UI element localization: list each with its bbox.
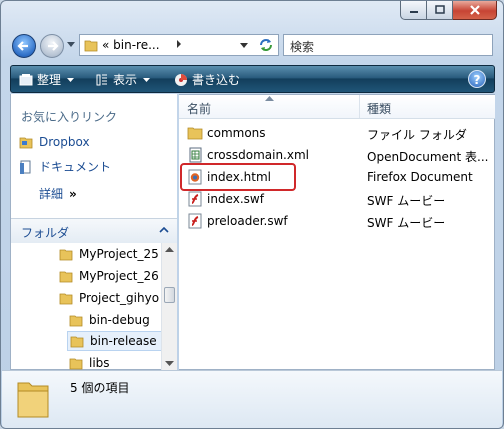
folder-icon (187, 127, 203, 140)
scroll-down-arrow-icon[interactable] (165, 361, 174, 366)
maximize-button[interactable] (427, 1, 453, 20)
explorer-window: « bin-re... 検索 整理 表示 書き込む ? お気に入りリンク Dro… (0, 0, 504, 429)
burn-button[interactable]: 書き込む (174, 71, 240, 88)
search-input[interactable]: 検索 (283, 34, 493, 56)
back-button[interactable] (12, 34, 36, 58)
file-row-index-swf[interactable]: index.swf SWF ムービー (187, 188, 487, 210)
favorite-link-dropbox[interactable]: Dropbox (19, 134, 90, 150)
folder-icon (69, 358, 83, 370)
views-icon (96, 74, 107, 85)
tree-item-bin-debug[interactable]: bin-debug (69, 310, 150, 330)
large-folder-icon (17, 382, 49, 418)
folder-tree-scrollbar[interactable] (161, 243, 177, 370)
forward-button[interactable] (40, 34, 64, 58)
swf-file-icon (188, 191, 202, 207)
navigation-pane: お気に入りリンク Dropbox ドキュメント 詳細» フォルダ MyProje… (10, 94, 177, 370)
folder-icon (69, 315, 83, 327)
organize-icon (19, 73, 33, 85)
dropbox-folder-icon (19, 137, 33, 149)
help-icon: ? (473, 73, 481, 87)
column-header-name[interactable]: 名前 (187, 100, 211, 117)
address-bar[interactable]: « bin-re... (79, 34, 279, 56)
favorite-link-documents[interactable]: ドキュメント (19, 158, 111, 175)
file-row-preloader-swf[interactable]: preloader.swf SWF ムービー (187, 210, 487, 232)
tree-item-project-gihyo[interactable]: Project_gihyo (59, 288, 159, 308)
views-button[interactable]: 表示 (95, 71, 151, 88)
organize-button[interactable]: 整理 (19, 71, 75, 88)
folder-icon (59, 271, 73, 283)
column-divider[interactable] (359, 95, 360, 118)
folder-icon (70, 336, 84, 348)
column-headers: 名前 種類 (179, 95, 495, 119)
sort-ascending-icon (265, 96, 274, 101)
folder-icon (59, 249, 73, 261)
refresh-icon[interactable] (258, 37, 274, 53)
caption-buttons (400, 1, 497, 21)
folders-header[interactable]: フォルダ (11, 218, 177, 243)
history-dropdown-icon[interactable] (67, 42, 75, 47)
scrollbar-thumb[interactable] (164, 287, 175, 303)
close-icon (469, 5, 480, 15)
search-placeholder: 検索 (290, 40, 315, 54)
folder-icon (84, 40, 98, 52)
scroll-up-arrow-icon[interactable] (165, 247, 174, 252)
file-row-commons[interactable]: commons ファイル フォルダ (187, 122, 487, 144)
address-dropdown-icon[interactable] (240, 43, 248, 48)
chevron-down-icon (143, 77, 151, 82)
tree-item-myproject-26[interactable]: MyProject_26 (59, 266, 159, 286)
tree-item-bin-release[interactable]: bin-release (67, 331, 162, 351)
chevron-up-icon (159, 227, 169, 233)
more-chevron-icon: » (69, 187, 77, 201)
favorite-links-title: お気に入りリンク (21, 110, 118, 124)
close-button[interactable] (453, 1, 497, 20)
swf-file-icon (188, 213, 202, 229)
minimize-icon (409, 11, 418, 13)
item-count: 5 個の項目 (70, 381, 130, 395)
xml-file-icon (189, 147, 202, 163)
chevron-down-icon (67, 77, 75, 82)
address-path[interactable]: « bin-re... (102, 38, 160, 52)
burn-disc-icon (175, 73, 187, 86)
file-list-pane: 名前 種類 commons ファイル フォルダ crossdomain.xml … (179, 94, 495, 370)
back-arrow-icon (17, 41, 28, 51)
column-header-type[interactable]: 種類 (367, 100, 391, 117)
help-button[interactable]: ? (468, 70, 486, 88)
tree-item-myproject-25[interactable]: MyProject_25 (59, 244, 159, 264)
details-pane: 5 個の項目 (2, 370, 502, 428)
highlight-box (180, 163, 296, 191)
details-link[interactable]: 詳細» (39, 185, 77, 202)
breadcrumb-arrow-icon[interactable] (176, 39, 182, 49)
documents-icon (20, 160, 31, 174)
minimize-button[interactable] (400, 1, 427, 20)
command-bar: 整理 表示 書き込む ? (10, 65, 495, 93)
maximize-icon (434, 5, 445, 14)
folder-open-icon (59, 293, 73, 305)
forward-arrow-icon (48, 41, 59, 51)
